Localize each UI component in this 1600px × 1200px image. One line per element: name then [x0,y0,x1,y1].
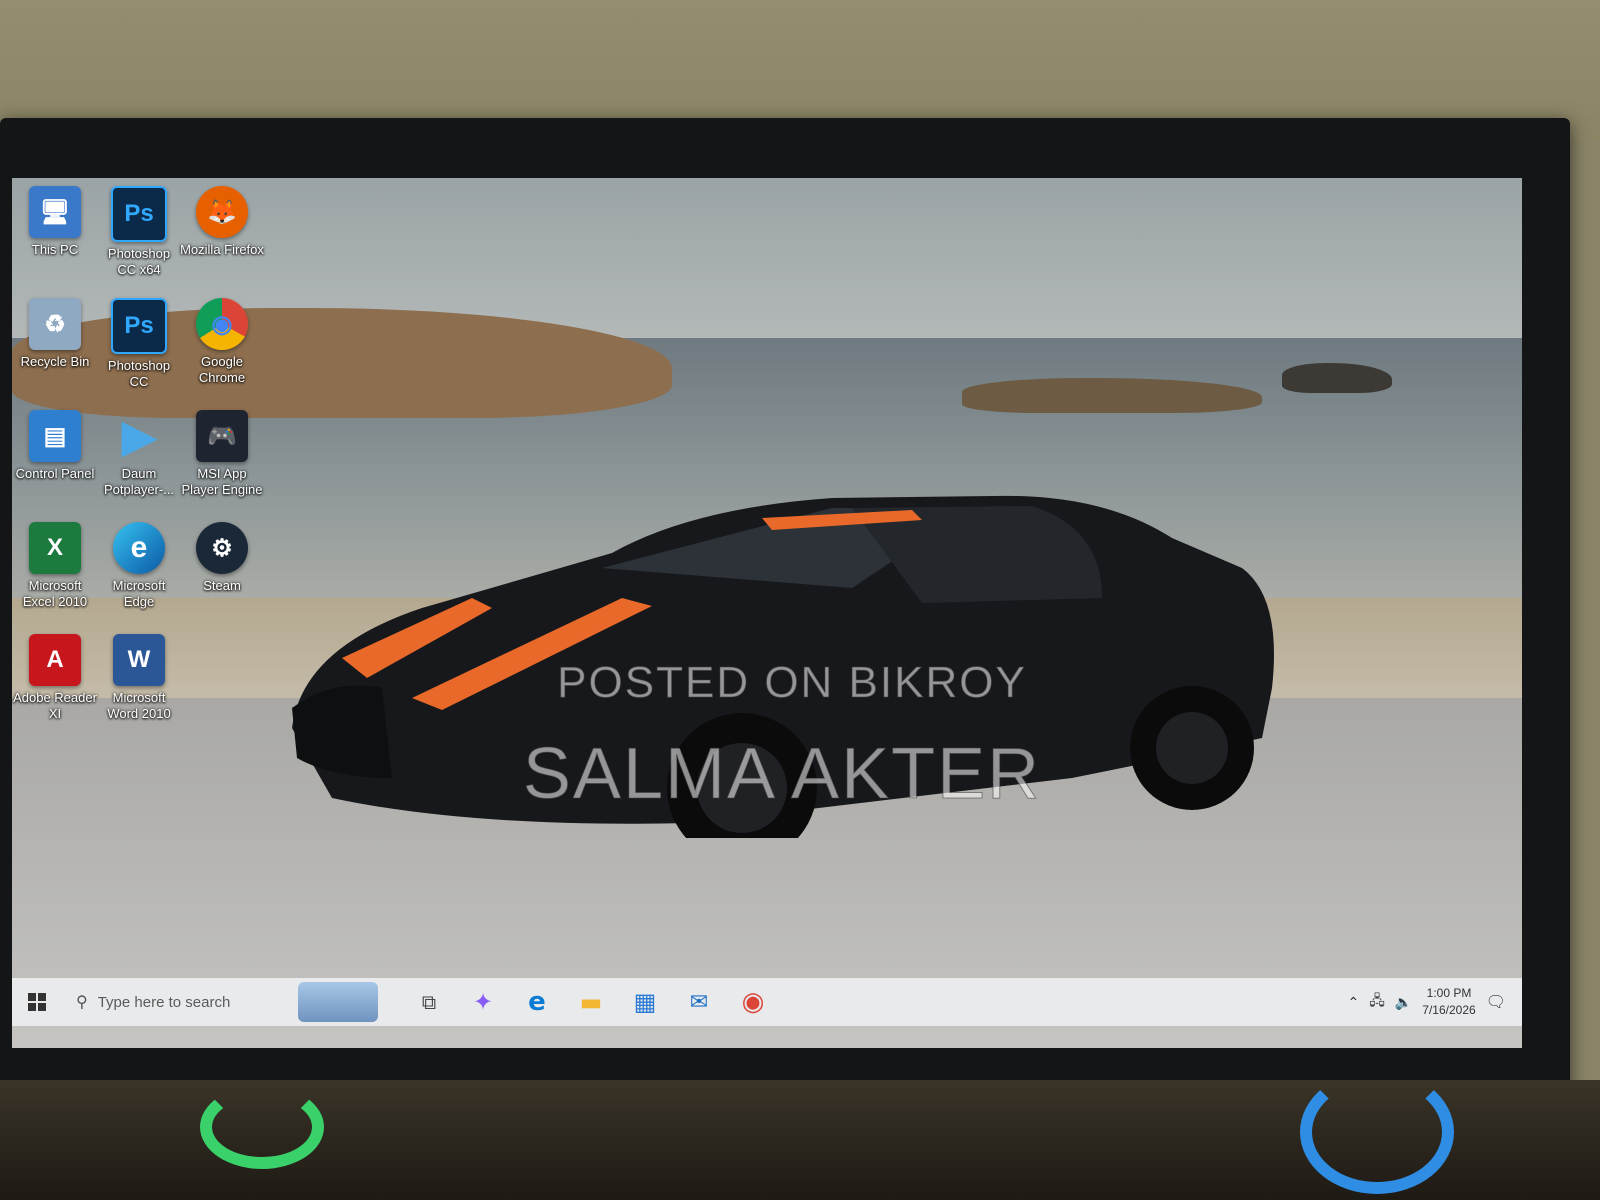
desktop-icon-control-panel[interactable]: ▤ Control Panel [13,410,97,482]
taskbar-app-outlook[interactable]: ✉ [672,978,726,1026]
clock-time: 1:00 PM [1426,986,1472,1000]
start-button[interactable] [12,978,62,1026]
this-pc-icon: 🖥 [29,186,81,238]
photoshop-icon: Ps [111,298,167,354]
desktop-icon-label: Steam [203,578,241,593]
taskbar-app-edge[interactable]: e [510,978,564,1026]
desktop-icon-label: Adobe Reader XI [13,690,97,721]
taskbar-app-file-explorer[interactable]: ▬ [564,978,618,1026]
wallpaper-rock [962,378,1262,413]
desktop-icon-label: Google Chrome [198,354,246,385]
desktop-icon-adobe-reader[interactable]: A Adobe Reader XI [13,634,97,722]
taskbar-app-copilot[interactable]: ✦ [456,978,510,1026]
chrome-icon: ◉ [196,298,248,350]
desktop-icon-recycle-bin[interactable]: ♻ Recycle Bin [13,298,97,370]
control-panel-icon: ▤ [29,410,81,462]
edge-icon: e [528,987,546,1017]
network-icon[interactable]: 🖧 [1369,990,1385,1014]
search-placeholder: Type here to search [97,993,231,1011]
desktop-screen: POSTED ON BIKROY SALMA AKTER 🖥 This PC P… [12,178,1522,1048]
desktop-icon-potplayer[interactable]: ▶ Daum Potplayer-... [97,410,181,498]
desktop-icon-label: Photoshop CC x64 [107,246,171,277]
watermark-line-2: SALMA AKTER [522,734,1042,815]
steam-icon: ⚙ [196,522,248,574]
word-icon: W [113,634,165,686]
potplayer-icon: ▶ [122,411,156,461]
desktop-icon-photoshop-cc-x64[interactable]: Ps Photoshop CC x64 [97,186,181,278]
taskbar-app-microsoft-store[interactable]: ▦ [618,978,672,1026]
taskbar-app-chrome[interactable]: ◉ [726,978,780,1026]
photoshop-icon: Ps [111,186,167,242]
desktop-icon-photoshop-cc[interactable]: Ps Photoshop CC [97,298,181,390]
system-tray: ⌃ 🖧 🔈 1:00 PM 7/16/2026 🗨 [1348,978,1523,1026]
desktop-icon-chrome[interactable]: ◉ Google Chrome [180,298,264,386]
desktop-icon-edge[interactable]: e Microsoft Edge [97,522,181,610]
chevron-up-icon[interactable]: ⌃ [1348,994,1360,1011]
desktop-icon-excel[interactable]: X Microsoft Excel 2010 [13,522,97,610]
desktop-icon-firefox[interactable]: 🦊 Mozilla Firefox [180,186,264,258]
recycle-bin-icon: ♻ [29,298,81,350]
file-explorer-icon: ▬ [579,988,603,1016]
desktop-icon-word[interactable]: W Microsoft Word 2010 [97,634,181,722]
desktop-icon-label: Microsoft Word 2010 [107,690,171,721]
desktop-icon-label: MSI App Player Engine [181,466,263,497]
edge-icon: e [113,522,165,574]
volume-icon[interactable]: 🔈 [1395,994,1412,1011]
desktop-icon-steam[interactable]: ⚙ Steam [180,522,264,594]
taskbar-search[interactable]: ⚲ Type here to search [62,982,286,1022]
desktop-icon-label: Mozilla Firefox [180,242,264,257]
desktop-icon-label: This PC [31,242,79,257]
desktop-icon-label: Control Panel [15,466,95,481]
taskbar-app-task-view[interactable]: ⧉ [402,978,456,1026]
desktop-icon-label: Photoshop CC [107,358,171,389]
firefox-icon: 🦊 [196,186,248,238]
copilot-icon: ✦ [472,988,494,1016]
taskbar: ⚲ Type here to search ⧉ ✦ e ▬ ▦ ✉ ◉ ⌃ 🖧 … [12,978,1522,1026]
desktop-icon-label: Recycle Bin [20,354,90,369]
notification-center-icon[interactable]: 🗨 [1486,992,1506,1012]
desktop-icon-label: Daum Potplayer-... [103,466,175,497]
adobe-reader-icon: A [29,634,81,686]
desktop-icon-this-pc[interactable]: 🖥 This PC [13,186,97,258]
speaker-rgb-ring-left [200,1085,324,1169]
task-view-icon: ⧉ [421,990,437,1014]
excel-icon: X [29,522,81,574]
search-icon: ⚲ [76,994,88,1011]
news-widget-thumbnail[interactable] [298,982,378,1022]
outlook-icon: ✉ [689,989,709,1015]
msi-app-player-icon: 🎮 [196,410,248,462]
microsoft-store-icon: ▦ [633,988,657,1016]
chrome-icon: ◉ [741,987,765,1017]
watermark-line-1: POSTED ON BIKROY [557,658,1027,708]
wallpaper-rock [1282,363,1392,393]
desktop-icon-label: Microsoft Edge [112,578,166,609]
taskbar-clock[interactable]: 1:00 PM 7/16/2026 [1422,985,1475,1019]
windows-logo-icon [28,993,46,1011]
clock-date: 7/16/2026 [1422,1003,1476,1017]
speaker-rgb-ring-right [1300,1070,1454,1194]
desktop-icon-msi-app-player[interactable]: 🎮 MSI App Player Engine [180,410,264,498]
desktop-icon-label: Microsoft Excel 2010 [22,578,88,609]
